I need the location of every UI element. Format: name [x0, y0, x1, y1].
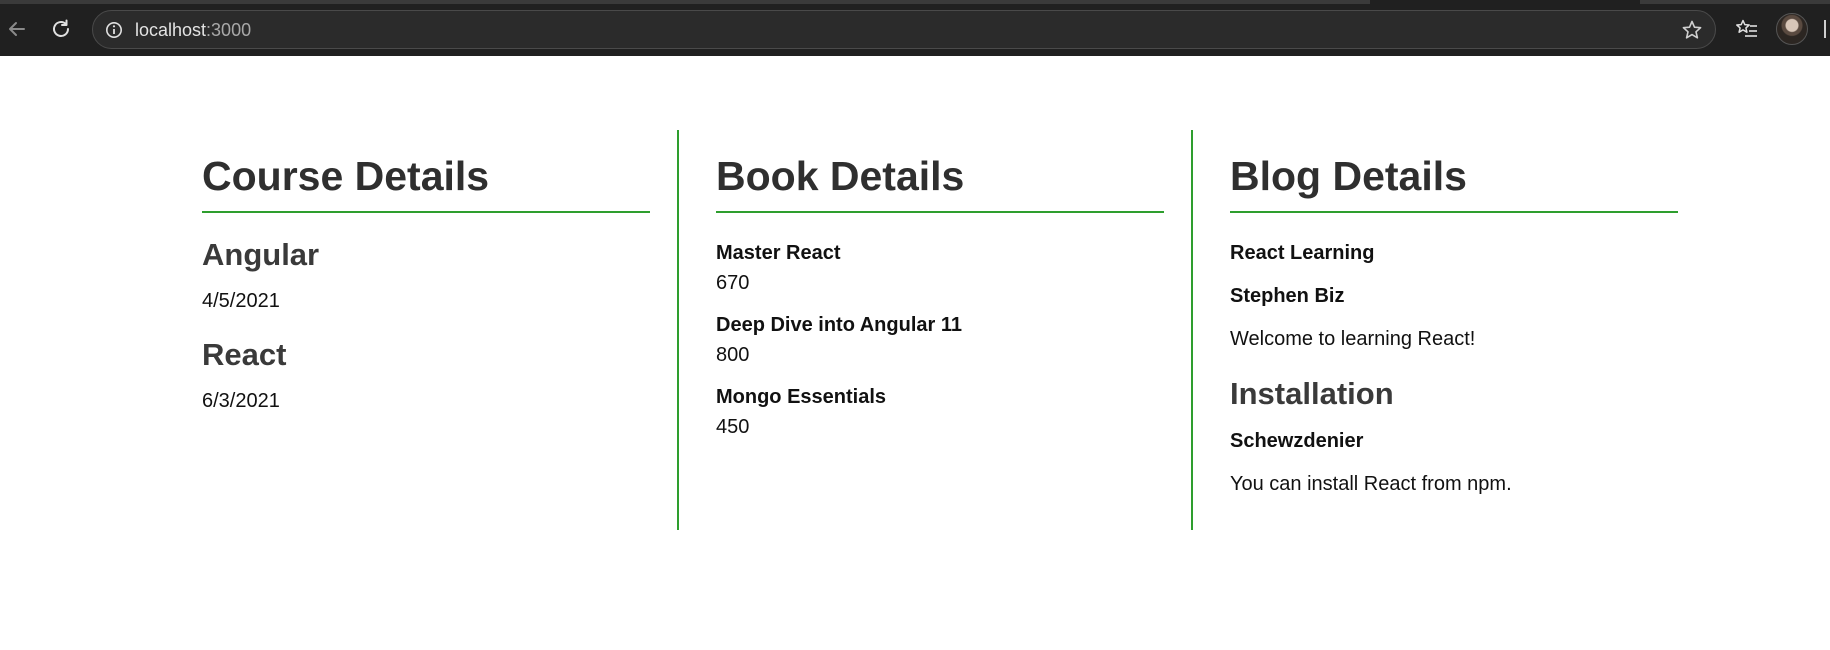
course-item: React 6/3/2021: [202, 337, 650, 413]
course-name: Angular: [202, 237, 320, 272]
book-details-section: Book Details Master React 670 Deep Dive …: [677, 130, 1191, 530]
blog-content: You can install React from npm.: [1230, 473, 1512, 495]
blog-title: React Learning: [1230, 242, 1375, 264]
book-item: Master React 670: [716, 241, 1164, 295]
book-price: 450: [716, 416, 750, 438]
blog-content: Welcome to learning React!: [1230, 328, 1476, 350]
book-title: Deep Dive into Angular 11: [716, 314, 962, 336]
book-item: Deep Dive into Angular 11 800: [716, 313, 1164, 367]
details-columns: Course Details Angular 4/5/2021 React 6/…: [202, 130, 1678, 530]
course-date: 4/5/2021: [202, 290, 280, 312]
book-price: 670: [716, 272, 750, 294]
course-date: 6/3/2021: [202, 390, 280, 412]
back-arrow-icon: [9, 22, 25, 36]
blog-item: Installation Schewzdenier You can instal…: [1230, 376, 1678, 496]
blog-title: Installation: [1230, 376, 1394, 411]
back-button[interactable]: [2, 14, 32, 44]
star-icon[interactable]: [1681, 19, 1703, 41]
blog-item: React Learning Stephen Biz Welcome to le…: [1230, 241, 1678, 351]
blog-details-section: Blog Details React Learning Stephen Biz …: [1191, 130, 1678, 530]
course-name: React: [202, 337, 287, 372]
blog-author: Schewzdenier: [1230, 430, 1364, 452]
blog-details-heading: Blog Details: [1230, 130, 1678, 213]
book-details-heading: Book Details: [716, 130, 1164, 213]
book-item: Mongo Essentials 450: [716, 385, 1164, 439]
blog-author: Stephen Biz: [1230, 285, 1345, 307]
page-content: Course Details Angular 4/5/2021 React 6/…: [0, 56, 1830, 650]
book-price: 800: [716, 344, 750, 366]
tab-strip-edge: [0, 0, 1830, 4]
reload-icon: [53, 19, 69, 37]
info-icon[interactable]: [104, 20, 124, 40]
course-details-section: Course Details Angular 4/5/2021 React 6/…: [202, 130, 677, 530]
reload-button[interactable]: [46, 14, 76, 44]
url-host: localhost: [135, 20, 207, 40]
menu-edge[interactable]: [1824, 20, 1830, 38]
browser-toolbar: localhost:3000: [0, 0, 1830, 56]
course-item: Angular 4/5/2021: [202, 237, 650, 313]
profile-avatar[interactable]: [1776, 13, 1808, 45]
course-details-heading: Course Details: [202, 130, 650, 213]
url-text[interactable]: localhost:3000: [135, 20, 251, 40]
book-title: Mongo Essentials: [716, 386, 887, 408]
favorites-icon[interactable]: [1734, 16, 1760, 42]
url-port: :3000: [206, 20, 252, 40]
address-bar[interactable]: localhost:3000: [92, 10, 1716, 49]
book-title: Master React: [716, 242, 841, 264]
